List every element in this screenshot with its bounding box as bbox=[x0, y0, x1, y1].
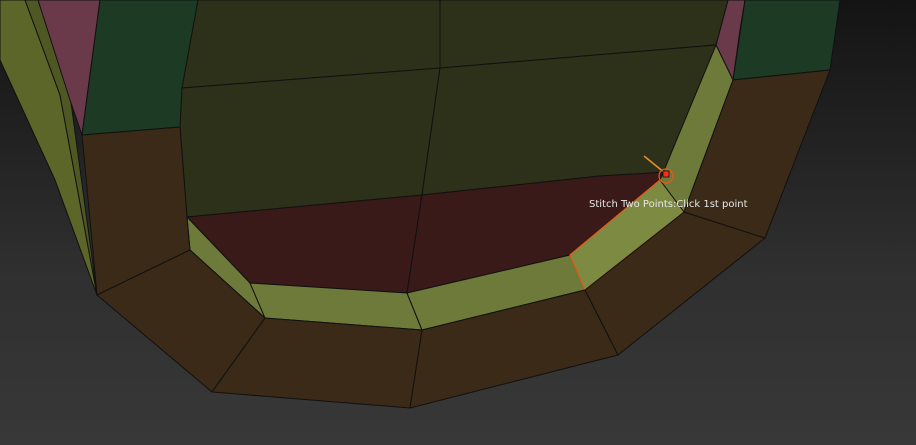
mesh-face-olive-mid-left bbox=[179, 67, 441, 218]
zbrush-viewport[interactable]: Stitch Two Points:Click 1st point bbox=[0, 0, 916, 445]
mesh-model[interactable] bbox=[0, 0, 916, 445]
tool-tooltip: Stitch Two Points:Click 1st point bbox=[589, 199, 748, 210]
mesh-face-green-right bbox=[732, 0, 841, 81]
